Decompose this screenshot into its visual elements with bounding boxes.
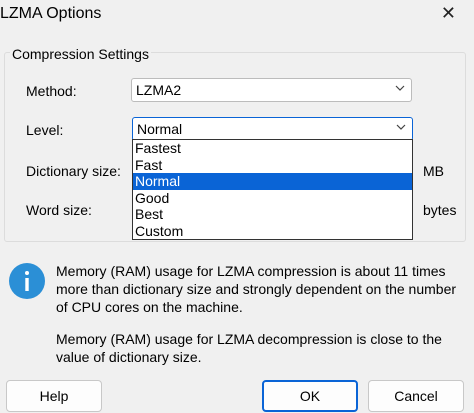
window-title: LZMA Options: [0, 5, 102, 22]
level-combo[interactable]: Normal: [132, 117, 413, 141]
ok-button[interactable]: OK: [262, 380, 358, 412]
info-text-decompression: Memory (RAM) usage for LZMA decompressio…: [56, 331, 442, 365]
group-label: Compression Settings: [10, 46, 151, 62]
help-button[interactable]: Help: [6, 380, 102, 412]
info-text-compression: Memory (RAM) usage for LZMA compression …: [56, 263, 457, 315]
dictionary-size-label: Dictionary size:: [26, 163, 121, 179]
word-unit: bytes: [423, 202, 457, 218]
dictionary-unit: MB: [423, 163, 444, 179]
level-value: Normal: [137, 121, 183, 137]
level-dropdown-list[interactable]: Fastest Fast Normal Good Best Custom: [132, 139, 413, 240]
method-label: Method:: [26, 83, 77, 99]
chevron-down-icon: [395, 85, 405, 91]
level-option-good[interactable]: Good: [133, 190, 412, 207]
method-value: LZMA2: [136, 82, 182, 98]
word-size-label: Word size:: [26, 202, 92, 218]
info-text: Memory (RAM) usage for LZMA compression …: [56, 262, 466, 366]
chevron-down-icon: [396, 124, 406, 130]
cancel-button[interactable]: Cancel: [368, 380, 464, 412]
method-combo[interactable]: LZMA2: [131, 78, 412, 102]
level-option-best[interactable]: Best: [133, 206, 412, 223]
level-label: Level:: [26, 122, 64, 138]
title-bar: LZMA Options ✕: [0, 0, 474, 32]
level-option-fast[interactable]: Fast: [133, 157, 412, 174]
info-icon: [9, 263, 45, 299]
level-option-custom[interactable]: Custom: [133, 223, 412, 240]
close-icon[interactable]: ✕: [441, 3, 456, 24]
level-option-fastest[interactable]: Fastest: [133, 140, 412, 157]
level-option-normal[interactable]: Normal: [133, 173, 412, 190]
